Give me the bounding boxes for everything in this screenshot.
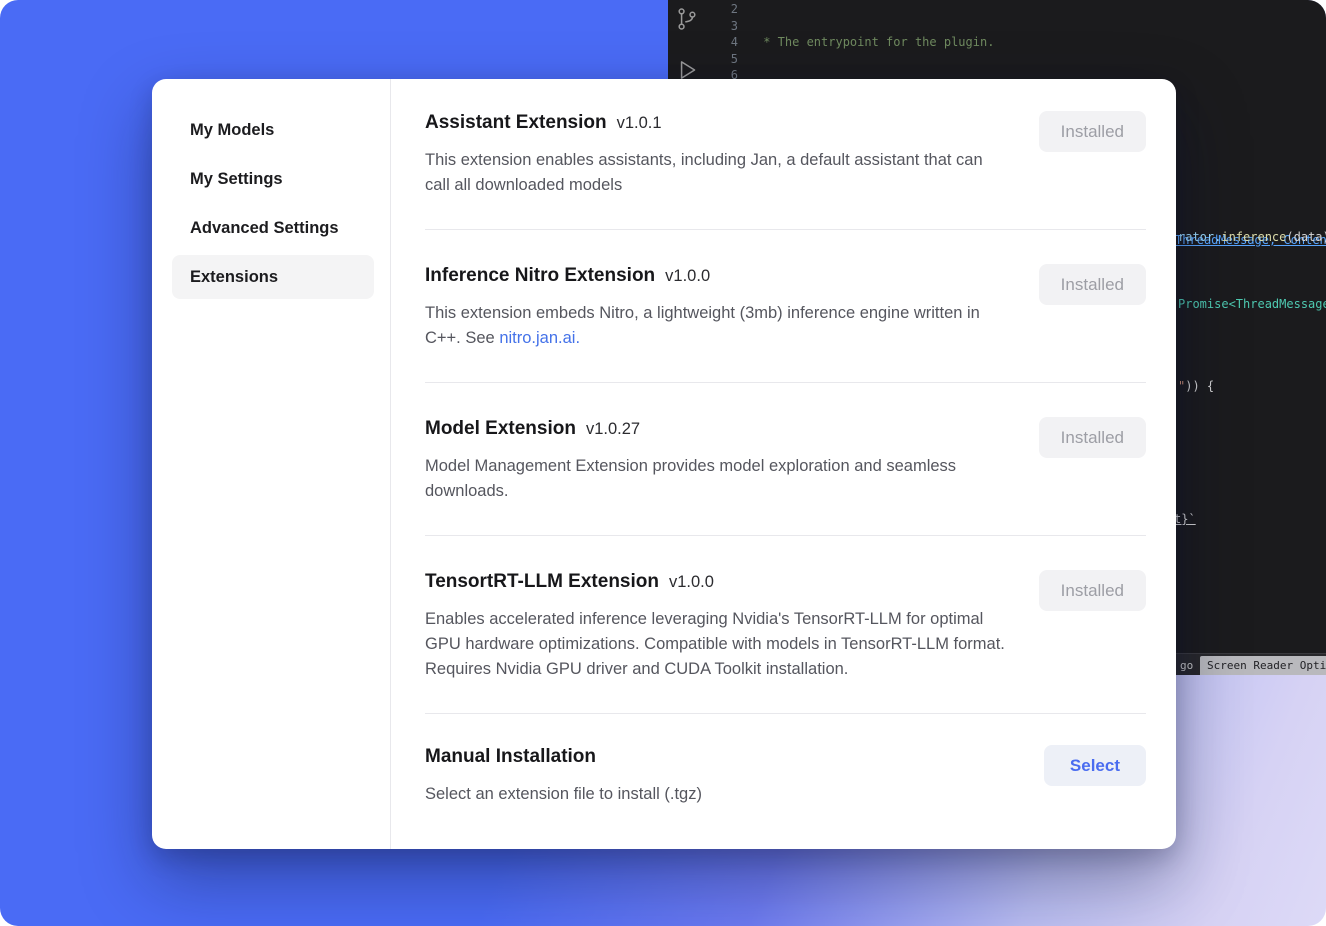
extension-info: Model Extension v1.0.27 Model Management …: [425, 415, 1010, 504]
nitro-jan-ai-link[interactable]: nitro.jan.ai.: [499, 329, 580, 347]
extension-name: Inference Nitro Extension: [425, 265, 655, 286]
extension-row-tensorrt: TensortRT-LLM Extension v1.0.0 Enables ac…: [425, 535, 1146, 713]
sidebar-item-my-models[interactable]: My Models: [172, 108, 374, 152]
manual-installation-title: Manual Installation: [425, 743, 702, 771]
code-fragment-template-end: t}`: [1174, 511, 1196, 528]
screen-reader-chip: Screen Reader Optimize: [1200, 656, 1326, 675]
installed-button[interactable]: Installed: [1039, 570, 1146, 611]
settings-sidebar: My Models My Settings Advanced Settings …: [152, 79, 391, 849]
code-line-comment: * The entrypoint for the plugin.: [756, 34, 1326, 51]
extension-description: This extension embeds Nitro, a lightweig…: [425, 301, 1010, 351]
code-token-promise: Promise: [1178, 297, 1229, 311]
extension-name: TensortRT-LLM Extension: [425, 571, 659, 592]
extension-row-assistant: Assistant Extension v1.0.1 This extension…: [425, 79, 1146, 229]
extension-description: This extension enables assistants, inclu…: [425, 148, 1010, 198]
code-token-close-paren: )) {: [1185, 379, 1214, 393]
extension-title: Inference Nitro Extension v1.0.0: [425, 262, 1010, 290]
code-token-inference: inference: [1221, 230, 1286, 244]
installed-button[interactable]: Installed: [1039, 417, 1146, 458]
select-file-button[interactable]: Select: [1044, 745, 1146, 786]
extension-name: Model Extension: [425, 418, 576, 439]
extension-title: Assistant Extension v1.0.1: [425, 109, 1010, 137]
extension-description: Model Management Extension provides mode…: [425, 454, 1010, 504]
extension-info: TensortRT-LLM Extension v1.0.0 Enables ac…: [425, 568, 1010, 682]
extension-row-model: Model Extension v1.0.27 Model Management …: [425, 382, 1146, 535]
source-control-icon: [674, 6, 700, 37]
extension-info: Inference Nitro Extension v1.0.0 This ext…: [425, 262, 1010, 351]
manual-installation-description: Select an extension file to install (.tg…: [425, 782, 702, 807]
extension-description: Enables accelerated inference leveraging…: [425, 607, 1010, 682]
installed-button[interactable]: Installed: [1039, 111, 1146, 152]
extensions-panel: Assistant Extension v1.0.1 This extension…: [391, 79, 1176, 849]
code-token-threadmessage: <ThreadMessage>: [1229, 297, 1326, 311]
extension-version: v1.0.27: [586, 420, 640, 438]
manual-installation-row: Manual Installation Select an extension …: [425, 713, 1146, 833]
status-text: go: [1180, 658, 1193, 675]
extension-name: Assistant Extension: [425, 112, 607, 133]
code-fragment-promise: Promise<ThreadMessage>: [1178, 296, 1326, 313]
extension-title: Model Extension v1.0.27: [425, 415, 1010, 443]
extension-info: Manual Installation Select an extension …: [425, 743, 702, 807]
extension-info: Assistant Extension v1.0.1 This extension…: [425, 109, 1010, 198]
code-fragment-brace: ")) {: [1178, 378, 1214, 395]
editor-line-numbers: 2 3 4 5 6: [716, 1, 738, 84]
editor-activity-bar: [674, 6, 700, 87]
settings-dialog: My Models My Settings Advanced Settings …: [152, 79, 1176, 849]
extension-row-nitro: Inference Nitro Extension v1.0.0 This ext…: [425, 229, 1146, 382]
code-token-args: (data));: [1286, 230, 1326, 244]
hero-canvas: 2 3 4 5 6 * The entrypoint for the plugi…: [0, 0, 1326, 926]
code-fragment-inference: rator.inference(data));: [1178, 229, 1326, 246]
sidebar-item-extensions[interactable]: Extensions: [172, 255, 374, 299]
extension-version: v1.0.0: [669, 573, 714, 591]
code-token-rator: rator.: [1178, 230, 1221, 244]
extension-version: v1.0.1: [617, 114, 662, 132]
extension-version: v1.0.0: [665, 267, 710, 285]
extension-title: TensortRT-LLM Extension v1.0.0: [425, 568, 1010, 596]
installed-button[interactable]: Installed: [1039, 264, 1146, 305]
sidebar-item-advanced-settings[interactable]: Advanced Settings: [172, 206, 374, 250]
sidebar-item-my-settings[interactable]: My Settings: [172, 157, 374, 201]
